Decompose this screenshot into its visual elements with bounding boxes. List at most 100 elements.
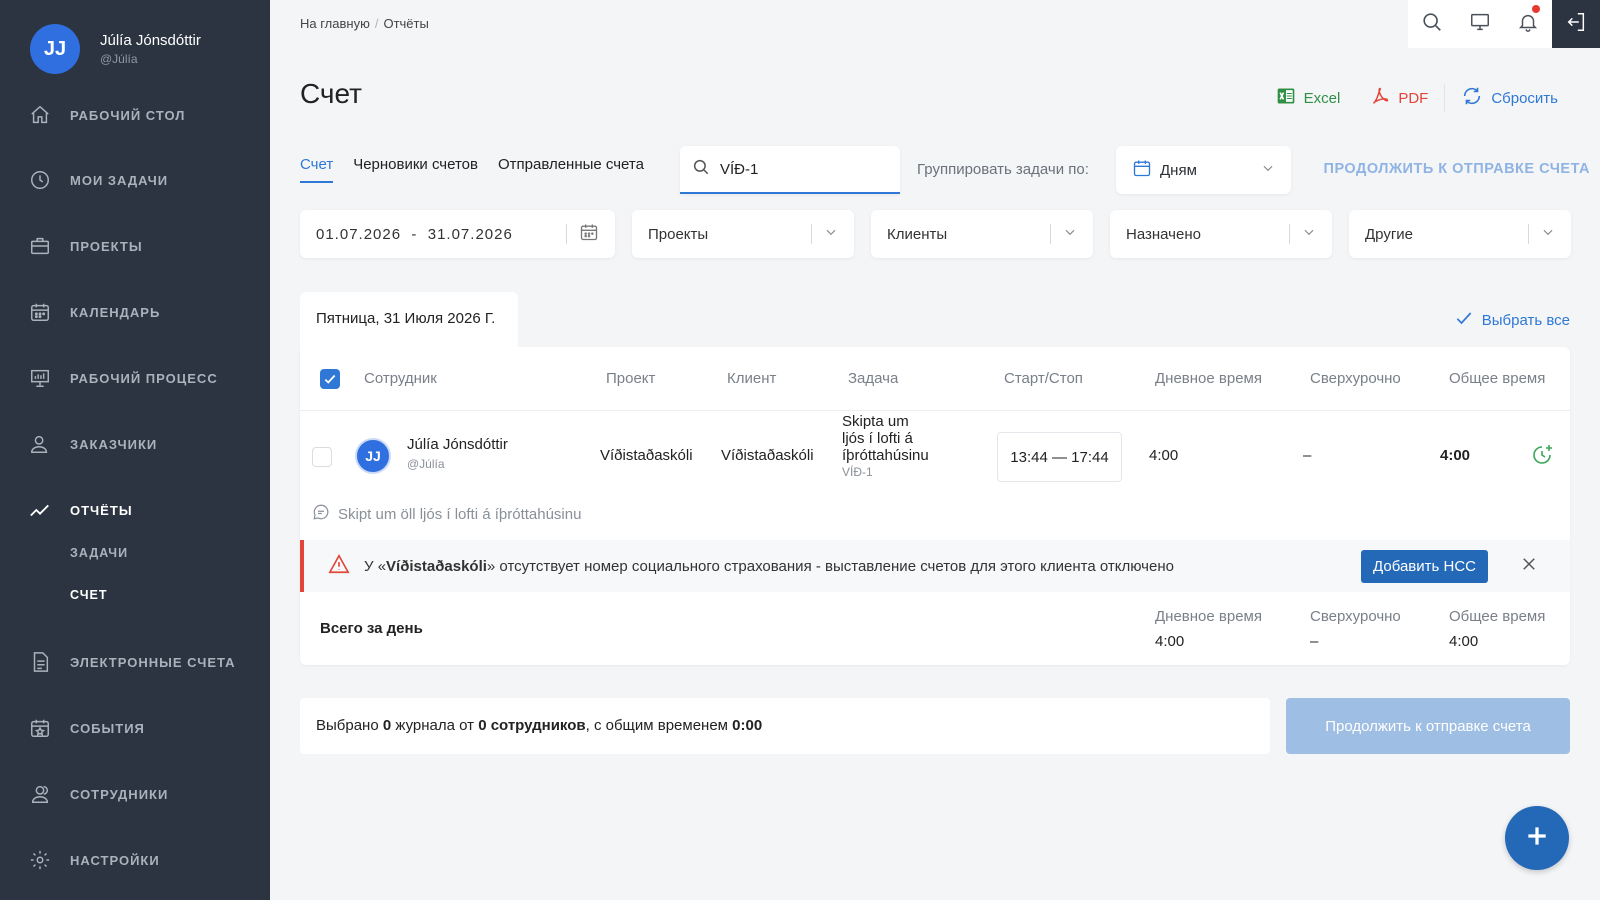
chevron-down-icon	[1063, 225, 1077, 243]
breadcrumb-separator: /	[374, 16, 379, 31]
search-button[interactable]	[1408, 0, 1456, 48]
sidebar-item-label: ЗАКАЗЧИКИ	[70, 436, 158, 452]
sidebar-item-label: ОТЧЁТЫ	[70, 502, 133, 518]
continue-to-send-button[interactable]: Продолжить к отправке счета	[1286, 698, 1570, 754]
notifications-button[interactable]	[1504, 0, 1552, 48]
screen-button[interactable]	[1456, 0, 1504, 48]
clients-filter[interactable]: Клиенты	[871, 210, 1093, 258]
calendar-icon	[28, 300, 52, 324]
pdf-export-button[interactable]: PDF	[1370, 86, 1428, 110]
day-tab: Пятница, 31 Июля 2026 Г.	[300, 292, 518, 348]
column-header-overtime[interactable]: Сверхурочно	[1310, 370, 1401, 387]
divider	[1444, 84, 1446, 112]
table-header: Сотрудник Проект Клиент Задача Старт/Сто…	[300, 347, 1570, 411]
search-icon	[692, 158, 710, 181]
add-button[interactable]	[1505, 806, 1569, 870]
sidebar-item-calendar[interactable]: КАЛЕНДАРЬ	[28, 297, 160, 327]
sidebar-item-customers[interactable]: ЗАКАЗЧИКИ	[28, 429, 157, 459]
selection-summary: Выбрано 0 журнала от 0 сотрудников, с об…	[300, 698, 1270, 754]
add-time-icon[interactable]	[1530, 443, 1554, 472]
header-checkbox[interactable]	[320, 369, 340, 389]
select-all-label: Выбрать все	[1481, 311, 1570, 329]
check-icon	[324, 374, 336, 384]
refresh-icon	[1461, 85, 1483, 111]
monitor-icon	[1469, 11, 1491, 38]
sidebar-item-label: СОТРУДНИКИ	[70, 786, 169, 802]
user-handle: @Júlía	[100, 52, 138, 66]
summary-text: , с общим временем	[585, 717, 733, 734]
tab-sent[interactable]: Отправленные счета	[498, 156, 644, 183]
projects-filter[interactable]: Проекты	[632, 210, 854, 258]
column-header-task[interactable]: Задача	[848, 370, 898, 387]
total-day-time-value: 4:00	[1155, 633, 1185, 650]
assigned-filter[interactable]: Назначено	[1110, 210, 1332, 258]
user-profile[interactable]: JJ Júlía Jónsdóttir @Júlía	[30, 24, 201, 74]
task-line: íþróttahúsinu	[842, 447, 929, 464]
employee-name: Júlía Jónsdóttir	[407, 436, 508, 453]
group-by-value: Дням	[1160, 161, 1197, 179]
column-header-client[interactable]: Клиент	[727, 370, 776, 387]
sidebar-item-workflow[interactable]: РАБОЧИЙ ПРОЦЕСС	[28, 363, 218, 393]
total-day-time-label: Дневное время	[1155, 608, 1262, 625]
column-header-total-time[interactable]: Общее время	[1449, 370, 1545, 387]
column-header-employee[interactable]: Сотрудник	[364, 370, 437, 387]
avatar: JJ	[30, 24, 80, 74]
total-overtime: Сверхурочно –	[1310, 608, 1401, 650]
sidebar-item-e-invoices[interactable]: ЭЛЕКТРОННЫЕ СЧЕТА	[28, 647, 236, 677]
total-overtime-value: –	[1310, 633, 1319, 650]
total-overtime-label: Сверхурочно	[1310, 608, 1401, 625]
sidebar-item-my-tasks[interactable]: МОИ ЗАДАЧИ	[28, 165, 168, 195]
alert-message: У «Víðistaðaskóli» отсутствует номер соц…	[364, 558, 1361, 575]
chevron-down-icon	[1261, 161, 1275, 179]
tab-drafts[interactable]: Черновики счетов	[353, 156, 478, 183]
sidebar-item-events[interactable]: СОБЫТИЯ	[28, 713, 145, 743]
date-range-picker[interactable]: 01.07.2026 - 31.07.2026	[300, 210, 615, 258]
day-card: Сотрудник Проект Клиент Задача Старт/Сто…	[300, 347, 1570, 665]
breadcrumb: На главную / Отчёты	[300, 16, 429, 31]
task-code: VÍÐ-1	[842, 465, 873, 479]
invoice-tabs: Счет Черновики счетов Отправленные счета	[300, 156, 664, 183]
other-filter[interactable]: Другие	[1349, 210, 1571, 258]
breadcrumb-home[interactable]: На главную	[300, 16, 370, 31]
sidebar-item-projects[interactable]: ПРОЕКТЫ	[28, 231, 143, 261]
total-time-value: 4:00	[1449, 633, 1479, 650]
user-icon	[28, 432, 52, 456]
continue-to-send-link[interactable]: ПРОДОЛЖИТЬ К ОТПРАВКЕ СЧЕТА	[1324, 161, 1590, 177]
sidebar-item-employees[interactable]: СОТРУДНИКИ	[28, 779, 168, 809]
notification-badge	[1532, 5, 1540, 13]
logout-button[interactable]	[1552, 0, 1600, 48]
tab-invoice[interactable]: Счет	[300, 156, 334, 183]
sidebar-item-label: МОИ ЗАДАЧИ	[70, 172, 169, 188]
logout-icon	[1565, 11, 1587, 38]
alert-client: Víðistaðaskóli	[386, 557, 487, 575]
row-checkbox[interactable]	[312, 447, 332, 467]
excel-export-button[interactable]: Excel	[1276, 86, 1341, 110]
row-client: Víðistaðaskóli	[721, 447, 814, 464]
column-header-day-time[interactable]: Дневное время	[1155, 370, 1262, 387]
sidebar-item-settings[interactable]: НАСТРОЙКИ	[28, 845, 160, 875]
total-time: Общее время 4:00	[1449, 608, 1545, 650]
add-ssn-button[interactable]: Добавить НСС	[1361, 549, 1488, 583]
divider	[566, 224, 567, 244]
search-input[interactable]	[720, 160, 880, 178]
close-icon[interactable]	[1520, 555, 1538, 577]
sidebar-item-label: СОБЫТИЯ	[70, 720, 145, 736]
sidebar-subitem-tasks[interactable]: ЗАДАЧИ	[70, 546, 128, 560]
sidebar-item-reports[interactable]: ОТЧЁТЫ	[28, 495, 133, 525]
breadcrumb-current[interactable]: Отчёты	[383, 16, 428, 31]
reset-label: Сбросить	[1491, 89, 1558, 107]
start-stop-field[interactable]: 13:44 — 17:44	[997, 432, 1122, 482]
sidebar: JJ Júlía Jónsdóttir @Júlía РАБОЧИЙ СТОЛ …	[0, 0, 270, 900]
summary-employees: 0 сотрудников	[478, 717, 586, 734]
summary-text: Выбрано	[316, 717, 383, 734]
total-time-label: Общее время	[1449, 608, 1546, 625]
sidebar-item-dashboard[interactable]: РАБОЧИЙ СТОЛ	[28, 100, 185, 130]
select-all-button[interactable]: Выбрать все	[1454, 308, 1570, 332]
alert-suffix: » отсутствует номер социального страхова…	[486, 557, 1174, 575]
excel-label: Excel	[1303, 89, 1341, 107]
column-header-project[interactable]: Проект	[606, 370, 655, 387]
group-by-select[interactable]: Дням	[1116, 146, 1291, 194]
column-header-start-stop[interactable]: Старт/Стоп	[1004, 370, 1083, 387]
sidebar-subitem-invoice[interactable]: СЧЕТ	[70, 588, 107, 602]
reset-button[interactable]: Сбросить	[1461, 85, 1558, 111]
